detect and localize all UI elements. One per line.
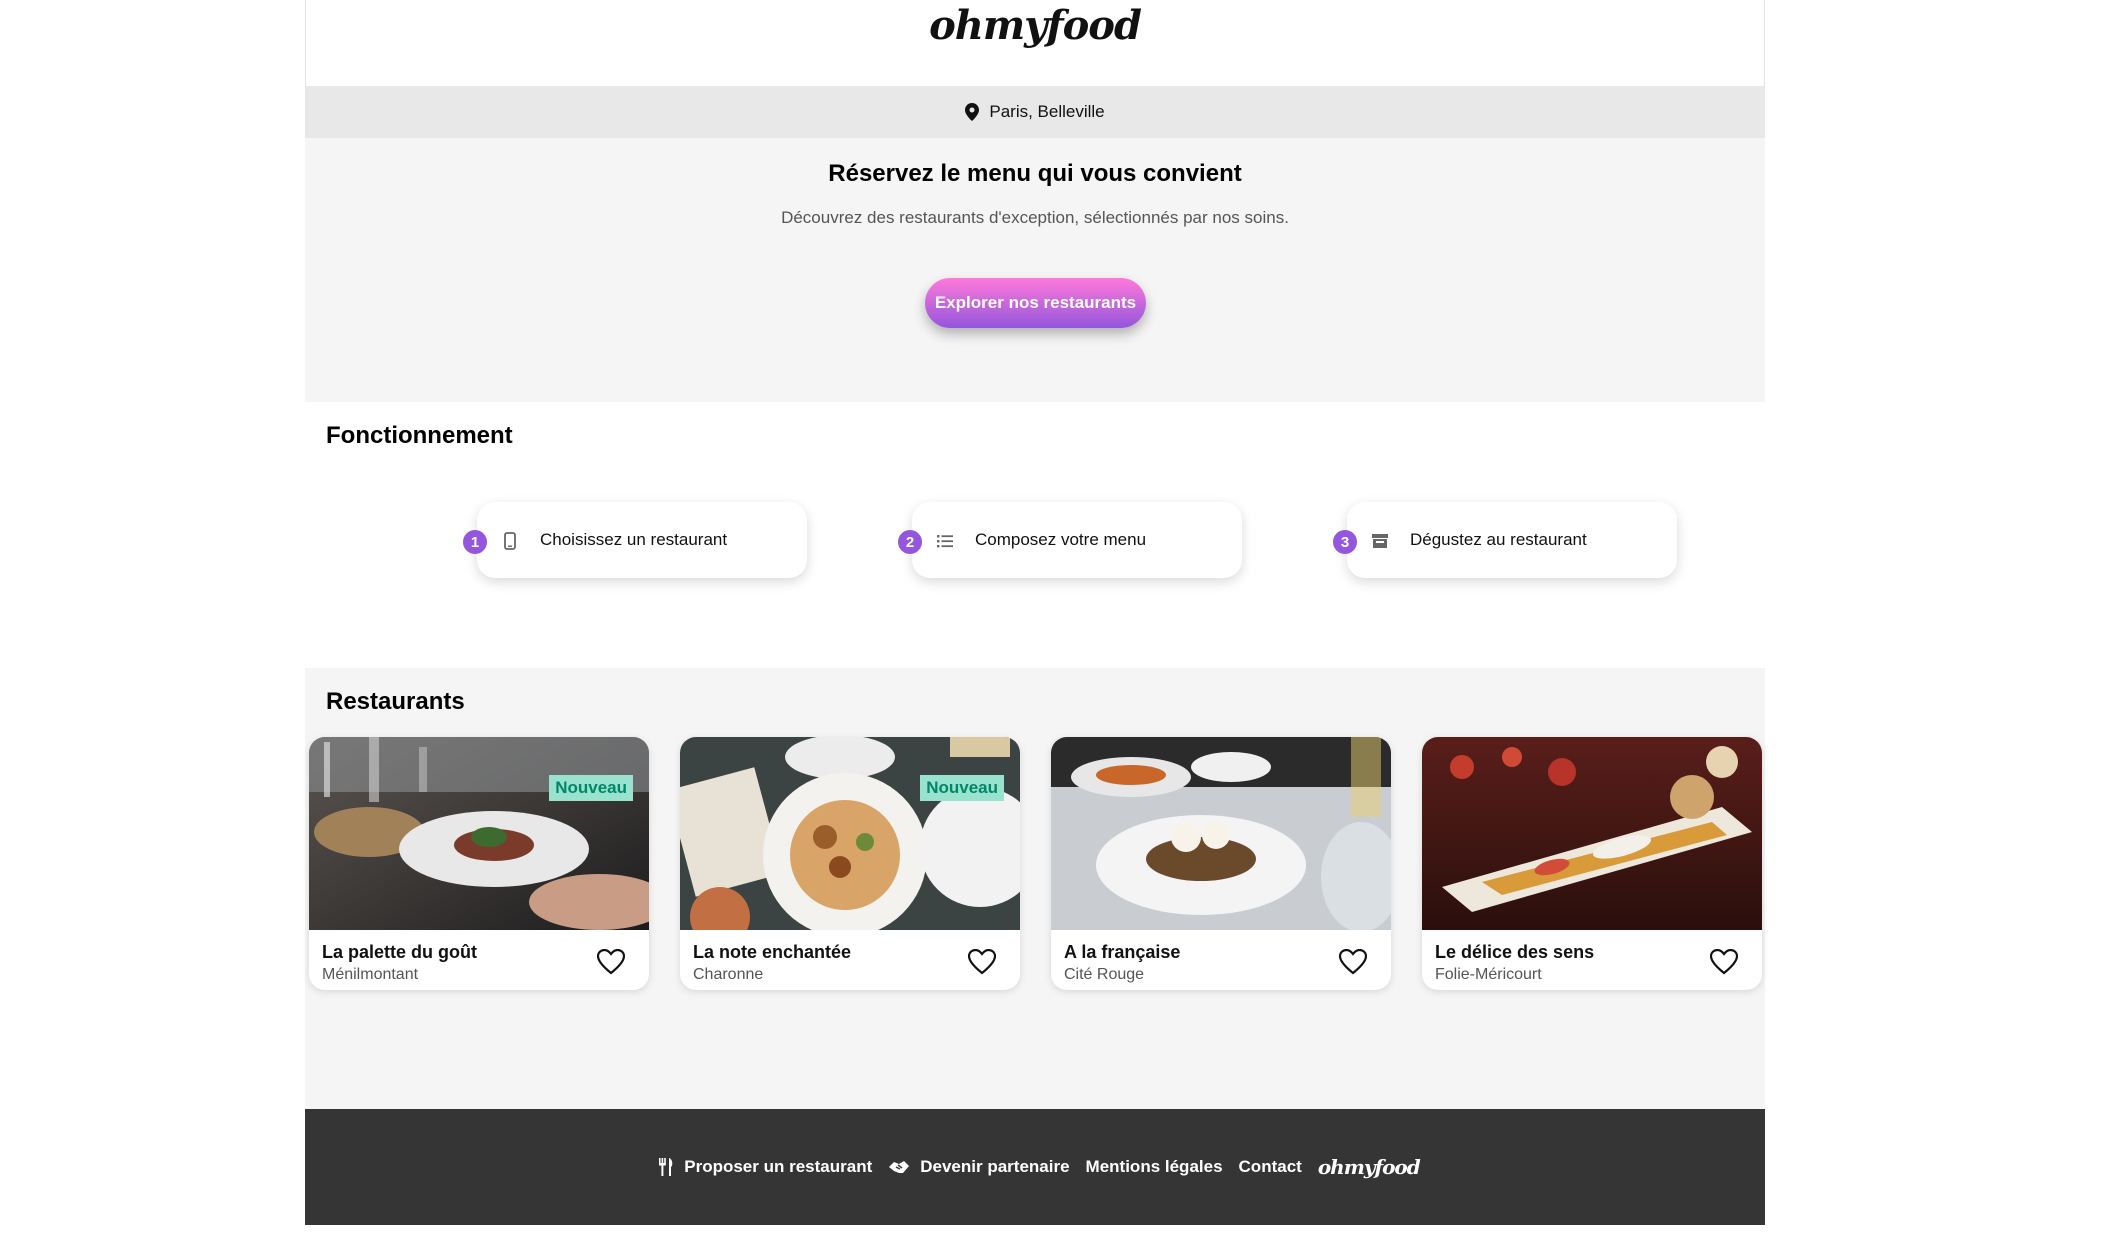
restaurant-photo [680,737,1020,930]
restaurant-area: Folie-Méricourt [1435,966,1542,983]
new-badge: Nouveau [920,775,1004,801]
restaurant-name: Le délice des sens [1435,942,1595,962]
restaurant-card[interactable]: Le délice des sens Folie-Méricourt [1422,737,1762,990]
restaurant-card[interactable]: A la française Cité Rouge [1051,737,1391,990]
map-pin-icon [965,103,980,121]
restaurant-card[interactable]: Nouveau La palette du goût Ménilmontant [309,737,649,990]
restaurant-name: La palette du goût [322,942,477,962]
step-card-1: 1 Choisissez un restaurant [463,502,807,578]
restaurants-title: Restaurants [326,688,465,715]
restaurants-section: Restaurants Nouveau La palette du goût M… [305,668,1765,1110]
footer-logo[interactable]: ohmyfood [1318,1155,1421,1179]
footer-link-propose-restaurant[interactable]: Proposer un restaurant [658,1157,872,1177]
heart-icon[interactable] [1710,949,1738,975]
site-logo[interactable]: ohmyfood [306,2,1764,49]
store-icon [1372,534,1388,548]
new-badge: Nouveau [549,775,633,801]
how-it-works-section: Fonctionnement 1 Choisissez un restauran… [305,402,1765,668]
heart-icon[interactable] [597,949,625,975]
restaurant-area: Charonne [693,966,764,983]
site-footer: Proposer un restaurant Devenir partenair… [305,1109,1765,1225]
explore-restaurants-button[interactable]: Explorer nos restaurants [925,278,1146,328]
handshake-icon [889,1161,910,1173]
hero-section: Réservez le menu qui vous convient Décou… [305,138,1765,402]
list-icon [937,535,953,548]
restaurant-area: Cité Rouge [1064,966,1145,983]
footer-link-label: Proposer un restaurant [684,1157,873,1176]
step-number: 1 [463,530,487,554]
restaurant-photo [1422,737,1762,930]
page: ohmyfood Paris, Belleville Réservez le m… [305,0,1765,1225]
utensils-icon [659,1158,673,1176]
location-bar: Paris, Belleville [305,86,1765,138]
restaurant-name: La note enchantée [693,942,852,962]
restaurant-card[interactable]: Nouveau La note enchantée Charonne [680,737,1020,990]
footer-link-label: Contact [1238,1157,1302,1176]
step-number: 3 [1333,530,1357,554]
footer-link-become-partner[interactable]: Devenir partenaire [888,1157,1070,1177]
footer-link-legal[interactable]: Mentions légales [1086,1157,1223,1177]
step-label: Dégustez au restaurant [1410,530,1587,549]
step-label: Choisissez un restaurant [540,530,728,549]
step-card-3: 3 Dégustez au restaurant [1333,502,1677,578]
how-it-works-title: Fonctionnement [326,422,513,449]
location-text: Paris, Belleville [989,102,1105,121]
restaurant-area: Ménilmontant [322,966,419,983]
footer-link-label: Devenir partenaire [920,1157,1070,1176]
site-header: ohmyfood [305,0,1765,86]
restaurant-photo [1051,737,1391,930]
footer-link-contact[interactable]: Contact [1239,1157,1302,1177]
restaurant-photo [309,737,649,930]
step-label: Composez votre menu [975,530,1147,549]
hero-title: Réservez le menu qui vous convient [828,160,1242,187]
step-card-2: 2 Composez votre menu [898,502,1242,578]
hero-subtitle: Découvrez des restaurants d'exception, s… [781,208,1289,227]
footer-link-label: Mentions légales [1085,1157,1223,1176]
heart-icon[interactable] [968,949,996,975]
heart-icon[interactable] [1339,949,1367,975]
step-number: 2 [898,530,922,554]
restaurant-name: A la française [1064,942,1181,962]
mobile-phone-icon [504,532,516,550]
